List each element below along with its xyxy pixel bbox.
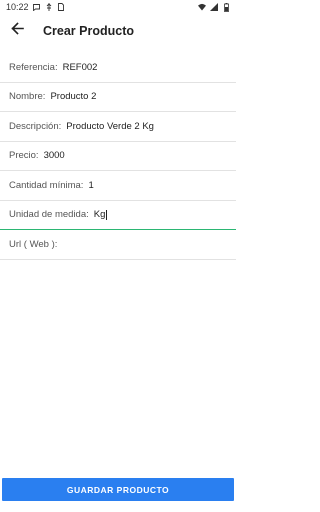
name-value[interactable]: Producto 2 — [50, 91, 96, 102]
name-field[interactable]: Nombre: Producto 2 — [0, 83, 236, 112]
description-label: Descripción: — [9, 120, 62, 132]
url-field[interactable]: Url ( Web ): — [0, 230, 236, 260]
product-form: Referencia: REF002 Nombre: Producto 2 De… — [0, 53, 236, 260]
status-time: 10:22 — [6, 2, 29, 12]
battery-icon — [222, 2, 230, 12]
name-label: Nombre: — [9, 91, 46, 103]
status-left: 10:22 — [6, 2, 65, 12]
min-quantity-field[interactable]: Cantidad mínima: 1 — [0, 171, 236, 201]
url-label: Url ( Web ): — [9, 238, 58, 250]
usb-icon — [45, 3, 53, 12]
unit-input[interactable]: Kg — [94, 209, 108, 220]
unit-value: Kg — [93, 209, 106, 221]
price-field[interactable]: Precio: 3000 — [0, 142, 236, 171]
signal-icon — [210, 3, 218, 12]
status-right — [198, 2, 230, 12]
min-quantity-value[interactable]: 1 — [88, 180, 93, 191]
reference-value[interactable]: REF002 — [63, 62, 98, 73]
app-bar: Crear Producto — [0, 14, 236, 48]
unit-field[interactable]: Unidad de medida: Kg — [0, 201, 236, 230]
min-quantity-label: Cantidad mínima: — [9, 179, 84, 191]
reference-field[interactable]: Referencia: REF002 — [0, 53, 236, 83]
message-icon — [33, 3, 41, 12]
arrow-left-icon — [10, 22, 24, 40]
wifi-icon — [198, 3, 206, 12]
save-product-button[interactable]: GUARDAR PRODUCTO — [2, 478, 234, 501]
unit-label: Unidad de medida: — [9, 209, 89, 221]
price-value[interactable]: 3000 — [44, 150, 65, 161]
reference-label: Referencia: — [9, 61, 58, 73]
description-value[interactable]: Producto Verde 2 Kg — [66, 121, 154, 132]
sim-icon — [57, 3, 65, 12]
back-button[interactable] — [0, 14, 34, 48]
price-label: Precio: — [9, 150, 39, 162]
text-cursor — [106, 209, 108, 220]
status-bar: 10:22 — [0, 0, 236, 14]
description-field[interactable]: Descripción: Producto Verde 2 Kg — [0, 112, 236, 142]
page-title: Crear Producto — [43, 24, 134, 38]
